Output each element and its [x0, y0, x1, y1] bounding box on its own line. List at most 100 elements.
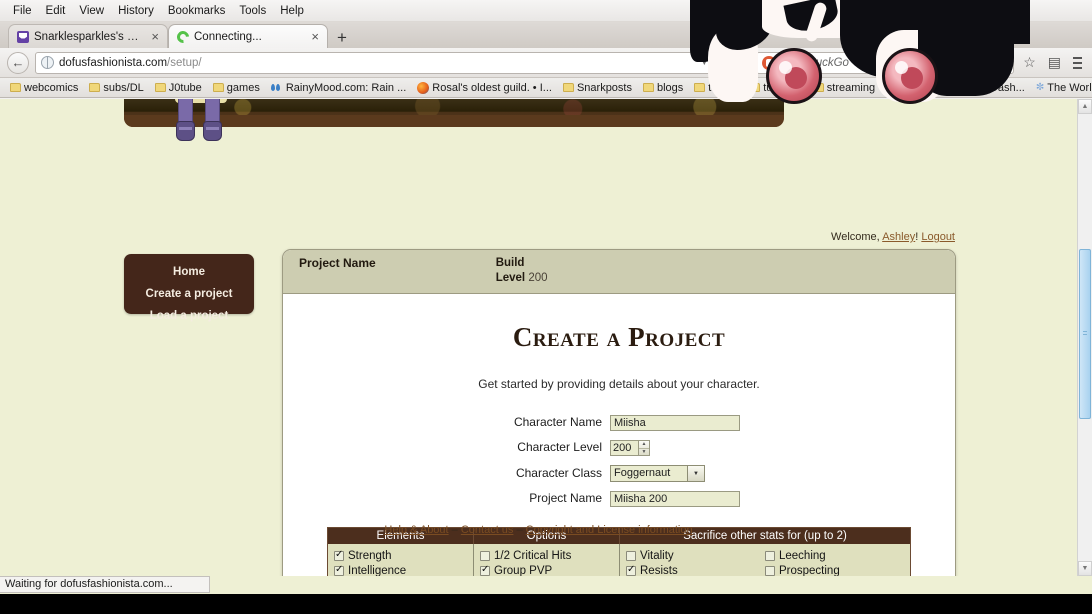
copyright-license-link[interactable]: Copyright and License information: [526, 524, 693, 536]
form-row-character-class: Character Class Foggernaut ▼: [283, 463, 955, 482]
character-sprite: [175, 99, 227, 145]
checkbox-row[interactable]: Prospecting: [765, 563, 904, 576]
checkbox-row[interactable]: 1/2 Critical Hits: [480, 548, 613, 563]
menu-view[interactable]: View: [72, 3, 111, 19]
bookmark-item[interactable]: streaming: [809, 81, 879, 95]
panel-header: Project Name Build Level 200: [283, 250, 955, 294]
menu-tools[interactable]: Tools: [232, 3, 273, 19]
character-class-label: Character Class: [515, 465, 602, 480]
folder-icon: [749, 83, 761, 92]
search-icon[interactable]: [996, 57, 1007, 68]
character-name-label: Character Name: [513, 415, 602, 429]
bookmark-item[interactable]: RainyMood.com: Rain ...: [267, 81, 410, 95]
url-bar[interactable]: dofusfashionista.com/setup/ ▼ ✕: [35, 51, 734, 74]
folder-icon: [562, 83, 574, 92]
bookmark-item[interactable]: ✼The World Clock – Ti...: [1032, 81, 1092, 95]
firefox-icon: [417, 81, 430, 94]
help-about-link[interactable]: Help & About: [384, 524, 448, 536]
scroll-down-arrow-icon[interactable]: ▼: [1078, 561, 1092, 576]
chevron-down-icon[interactable]: ▼: [699, 57, 709, 68]
checkbox-strength[interactable]: [334, 549, 344, 561]
search-bar[interactable]: DuckDuckGo: [756, 51, 1015, 74]
character-level-stepper[interactable]: ▲▼: [610, 440, 650, 456]
character-name-input[interactable]: [610, 415, 740, 431]
checkbox-group-pvp[interactable]: [480, 564, 490, 576]
menu-help[interactable]: Help: [273, 3, 311, 19]
browser-window: File Edit View History Bookmarks Tools H…: [0, 0, 1092, 594]
new-tab-button[interactable]: +: [328, 28, 356, 48]
drag-handle-icon[interactable]: ✥: [739, 55, 750, 71]
stepper-up-icon[interactable]: ▲: [639, 441, 649, 449]
bookmark-item[interactable]: J0tube: [151, 81, 206, 95]
bookmark-item[interactable]: Snarklesparkles's Dash...: [882, 81, 1029, 95]
contact-us-link[interactable]: Contact us: [461, 524, 514, 536]
menu-edit[interactable]: Edit: [39, 3, 73, 19]
checkbox-row[interactable]: Group PVP: [480, 563, 613, 576]
checkbox-resists[interactable]: [626, 564, 636, 576]
tab-close-icon[interactable]: ×: [149, 30, 161, 43]
url-bar-icons: ▼ ✕: [699, 56, 727, 70]
checkbox-row[interactable]: Vitality: [626, 548, 765, 563]
menu-hamburger-icon[interactable]: [1070, 54, 1085, 72]
checkbox-prospecting[interactable]: [765, 565, 775, 576]
chevron-down-icon[interactable]: ▼: [688, 465, 705, 482]
site-footer: Help & About – Contact us – Copyright an…: [384, 524, 693, 536]
stop-icon[interactable]: ✕: [717, 56, 727, 70]
tab-label: Connecting...: [194, 30, 262, 43]
menu-bar: File Edit View History Bookmarks Tools H…: [0, 0, 1092, 22]
bookmark-item[interactable]: webcomics: [6, 81, 82, 95]
back-arrow-icon[interactable]: ←: [7, 51, 29, 74]
bookmark-item[interactable]: to buy: [690, 81, 742, 95]
sidebar-item-create-project[interactable]: Create a project: [124, 283, 254, 305]
menu-bookmarks[interactable]: Bookmarks: [161, 3, 233, 19]
menu-history[interactable]: History: [111, 3, 161, 19]
page-scrollbar[interactable]: ▲ ▼: [1077, 99, 1092, 576]
bookmark-item[interactable]: blogs: [639, 81, 687, 95]
page-title: Create a Project: [512, 322, 726, 352]
checkbox-leeching[interactable]: [765, 550, 775, 561]
bookmark-star-icon[interactable]: ☆: [1020, 54, 1039, 71]
character-class-select[interactable]: Foggernaut ▼: [610, 465, 705, 482]
globe-icon: [41, 56, 54, 69]
checkbox-vitality[interactable]: [626, 550, 636, 561]
bookmark-item[interactable]: Rosal's oldest guild. • I...: [413, 81, 556, 95]
character-level-input[interactable]: [610, 440, 638, 456]
checkbox-intelligence[interactable]: [334, 564, 344, 576]
character-level-label: Character Level: [517, 440, 602, 454]
bookmark-item[interactable]: subs/DL: [85, 81, 147, 95]
level-label: Level: [495, 272, 526, 284]
menu-file[interactable]: File: [6, 3, 39, 19]
status-text: Waiting for dofusfashionista.com...: [0, 576, 210, 593]
scrollbar-thumb[interactable]: [1079, 249, 1091, 419]
checkbox-row[interactable]: Leeching: [765, 548, 904, 563]
table-body-row: Strength Intelligence Chance Agility Omn…: [327, 544, 911, 576]
bookmark-item[interactable]: Snarkposts: [559, 81, 636, 95]
tab-connecting[interactable]: Connecting... ×: [168, 24, 328, 48]
tab-dashboard[interactable]: Snarklesparkles's Dashboar... ×: [8, 24, 168, 48]
checkbox-row[interactable]: Resists: [626, 563, 765, 576]
tab-close-icon[interactable]: ×: [309, 30, 321, 43]
page-subtitle: Get started by providing details about y…: [478, 377, 760, 391]
username-link[interactable]: Ashley: [882, 231, 915, 243]
bookmark-item[interactable]: tutorials: [745, 81, 806, 95]
reader-list-icon[interactable]: ▤: [1045, 54, 1064, 71]
bookmark-item[interactable]: games: [209, 81, 264, 95]
level-value: 200: [528, 272, 548, 284]
project-name-input[interactable]: [610, 491, 740, 507]
sidebar-item-home[interactable]: Home: [124, 261, 254, 283]
bookmarks-bar: webcomics subs/DL J0tube games RainyMood…: [0, 78, 1092, 98]
logout-link[interactable]: Logout: [921, 231, 955, 243]
stepper-down-icon[interactable]: ▼: [639, 449, 649, 456]
tab-label: Snarklesparkles's Dashboar...: [34, 30, 144, 43]
sidebar-item-load-project[interactable]: Load a project: [124, 305, 254, 327]
checkbox-row[interactable]: Strength: [334, 548, 467, 563]
checkbox-row[interactable]: Intelligence: [334, 563, 467, 576]
scroll-up-arrow-icon[interactable]: ▲: [1078, 99, 1092, 114]
rain-icon: [270, 82, 283, 94]
checkbox-half-critical-hits[interactable]: [480, 550, 490, 561]
character-class-value[interactable]: Foggernaut: [610, 465, 688, 482]
sidebar-nav: Home Create a project Load a project: [124, 254, 254, 322]
elements-cell: Strength Intelligence Chance Agility Omn…: [327, 544, 474, 576]
build-info: Build Level 200: [496, 256, 548, 286]
stepper-buttons[interactable]: ▲ ▼: [638, 440, 650, 456]
